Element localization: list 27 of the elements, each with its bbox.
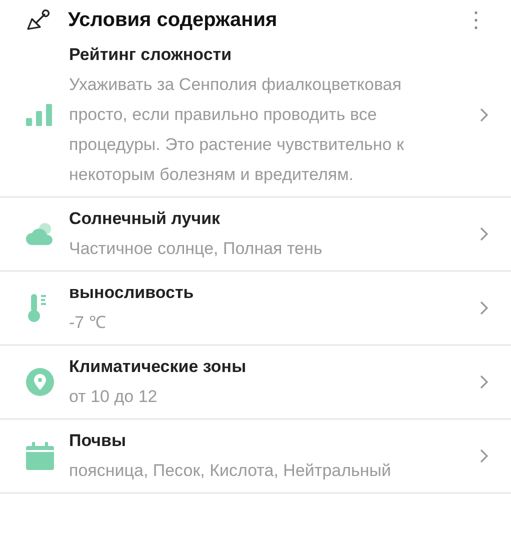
cloud-icon (26, 222, 54, 246)
location-pin-icon (26, 368, 54, 396)
chevron-right-icon (479, 448, 489, 464)
chevron-right-icon (479, 107, 489, 123)
more-menu-button[interactable]: ⋮ (461, 9, 491, 31)
bar-chart-icon (26, 104, 52, 126)
row-title: Солнечный лучик (69, 208, 222, 230)
section-title: Условия содержания (68, 8, 278, 33)
row-title: выносливость (69, 282, 195, 304)
row-description: -7 ℃ (69, 312, 107, 334)
chevron-right-icon (479, 226, 489, 242)
chevron-right-icon (479, 300, 489, 316)
info-row[interactable]: выносливость -7 ℃ (0, 272, 511, 346)
row-description: Ухаживать за Сенполия фиалкоцветковая просто, если правильно проводить все процедуры. Это растение чувствительно к некоторым болезням и вредителям. (69, 74, 405, 186)
info-row[interactable]: Рейтинг сложности Ухаживать за Сенполия фиалкоцветковая просто, если правильно проводить все процедуры. Это растение чувствительно к некоторым болезням и вредителям. (0, 40, 511, 198)
info-row[interactable]: Солнечный лучик Частичное солнце, Полная тень (0, 198, 511, 272)
chevron-right-icon (479, 374, 489, 390)
row-title: Почвы (69, 430, 128, 452)
row-description: от 10 до 12 (69, 386, 158, 408)
info-row[interactable]: Почвы поясница, Песок, Кислота, Нейтральный (0, 420, 511, 494)
row-description: Частичное солнце, Полная тень (69, 238, 324, 260)
row-title: Рейтинг сложности (69, 44, 233, 66)
info-row[interactable]: Климатические зоны от 10 до 12 (0, 346, 511, 420)
calendar-icon (26, 442, 54, 470)
trowel-icon (26, 7, 52, 33)
row-title: Климатические зоны (69, 356, 248, 378)
row-description: поясница, Песок, Кислота, Нейтральный (69, 460, 392, 482)
